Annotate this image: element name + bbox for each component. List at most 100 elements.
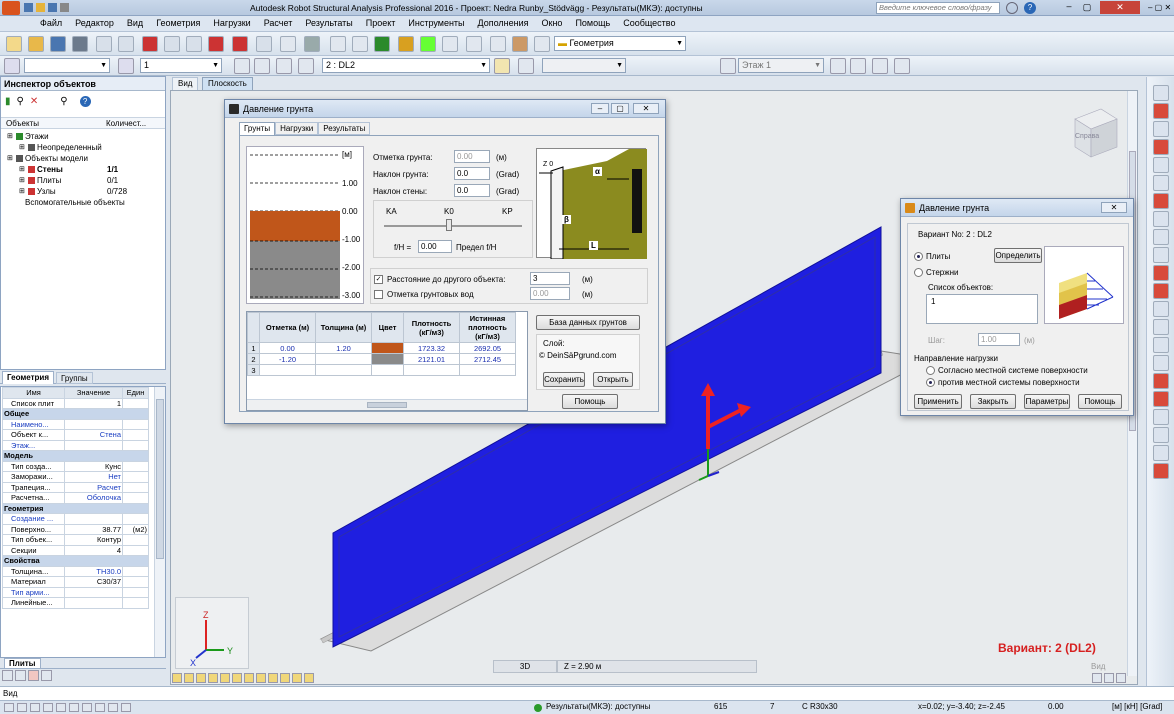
tree-item[interactable]: ⊞ Этажи [1,131,165,142]
property-row[interactable]: Объект к... Стена [2,429,149,441]
toolbar-icon[interactable] [208,36,224,52]
property-section[interactable]: Модель [2,450,149,462]
node-selection-combo[interactable]: ▼ [24,58,110,73]
storey-tool-4-icon[interactable] [894,58,910,74]
bars-radio[interactable] [914,268,923,277]
help-icon[interactable]: ? [79,96,91,107]
k-slider-track[interactable] [384,225,522,227]
toolbar-icon[interactable] [398,36,414,52]
toolbar-icon[interactable] [6,36,22,52]
property-row[interactable]: Этаж... [2,439,149,451]
tool-icon[interactable] [1153,121,1169,137]
tool-icon[interactable] [1153,193,1169,209]
tree-item[interactable]: ⊞ Объекты модели [1,153,165,164]
property-row[interactable]: Общее [2,408,149,420]
menu-item[interactable]: Файл [40,18,62,28]
tool-icon[interactable] [1153,319,1169,335]
soil-cell[interactable]: 2712.45 [459,353,516,365]
storey-combo[interactable]: Этаж 1 ▼ [738,58,824,73]
toolbar-icon[interactable] [232,36,248,52]
soil-cell[interactable]: 1723.32 [403,342,460,354]
storey-tool-3-icon[interactable] [872,58,888,74]
case-icon-4[interactable] [298,58,314,74]
mode-icon[interactable] [518,58,534,74]
soil-layer-row[interactable]: 1 0.00 1.20 1723.32 2692.05 [247,342,516,354]
menu-item[interactable]: Инструменты [408,18,464,28]
direction-local-radio[interactable] [926,366,935,375]
save-soil-button[interactable]: Сохранить [543,372,585,387]
binoculars-icon[interactable] [1006,2,1018,14]
view-tool-2-icon[interactable] [184,673,194,683]
groundwater-input[interactable]: 0.00 [530,287,570,300]
layers-hscrollbar[interactable] [247,399,527,410]
toolbar-icon[interactable] [96,36,112,52]
tab-geometry[interactable]: Геометрия [2,371,55,384]
mdi-controls[interactable]: – ▢ ✕ [1148,3,1171,12]
search-icon[interactable]: ⚲ [60,96,67,107]
view-right-2-icon[interactable] [1104,673,1114,683]
expand-icon[interactable]: ⊞ [19,164,25,175]
soil-cell[interactable] [459,364,516,376]
wall-slope-input[interactable]: 0.0 [454,184,490,197]
objects-list-input[interactable]: 1 [926,294,1038,324]
tool-icon[interactable] [1153,265,1169,281]
property-row[interactable]: Толщина... TH30.0 [2,565,149,577]
toolbar-icon[interactable] [374,36,390,52]
tool-icon[interactable] [1153,301,1169,317]
tool-icon[interactable] [1153,391,1169,407]
expand-icon[interactable]: ⊞ [19,142,25,153]
menu-item[interactable]: Нагрузки [213,18,250,28]
tool-icon[interactable] [1153,211,1169,227]
storey-icon[interactable] [720,58,736,74]
tool-icon[interactable] [1153,373,1169,389]
minimize-button[interactable]: – [1062,2,1076,13]
tree-item[interactable]: ⊞ Неопределенный [1,142,165,153]
menu-item[interactable]: Окно [542,18,563,28]
case-number-combo[interactable]: 1 ▼ [140,58,222,73]
tool-icon[interactable] [1153,139,1169,155]
props-tool-1-icon[interactable] [2,670,13,681]
tab-view[interactable]: Вид [172,77,199,91]
apply-button[interactable]: Применить [914,394,962,409]
view-tool-3-icon[interactable] [196,673,206,683]
menu-item[interactable]: Расчет [264,18,293,28]
tool-icon[interactable] [1153,409,1169,425]
define-button[interactable]: Определить [994,248,1042,263]
distance-input[interactable]: 3 [530,272,570,285]
load-case-icon[interactable] [494,58,510,74]
tree-item[interactable]: ⊞ Стены 1/1 [1,164,165,175]
menu-item[interactable]: Редактор [75,18,114,28]
storey-tool-2-icon[interactable] [850,58,866,74]
bar-select-icon[interactable] [118,58,134,74]
soil-close-button[interactable]: ✕ [633,103,659,114]
view-tool-10-icon[interactable] [280,673,290,683]
groundwater-checkbox[interactable] [374,290,383,299]
tab-soils[interactable]: Грунты [239,122,276,135]
view-tool-1-icon[interactable] [172,673,182,683]
soil-cell[interactable]: -1.20 [259,353,316,365]
restore-button[interactable]: ▢ [1080,2,1094,13]
property-row[interactable]: Тип объек... Контур [2,534,149,546]
view-tool-8-icon[interactable] [256,673,266,683]
view-tool-7-icon[interactable] [244,673,254,683]
soil-cell[interactable]: 2121.01 [403,353,460,365]
status-tool-3-icon[interactable] [30,703,40,712]
property-row[interactable]: Тип арми... [2,586,149,598]
soil-cell[interactable] [403,364,460,376]
soil-maximize-button[interactable]: ▢ [611,103,629,114]
property-row[interactable]: Материал C30/37 [2,576,149,588]
load-close-button[interactable]: ✕ [1101,202,1127,213]
toolbar-icon[interactable] [118,36,134,52]
status-tool-8-icon[interactable] [95,703,105,712]
props-tool-2-icon[interactable] [15,670,26,681]
qat-icons[interactable] [24,3,84,13]
view-tool-5-icon[interactable] [220,673,230,683]
direction-opposite-radio[interactable] [926,378,935,387]
filter-icon[interactable]: ▮ [5,96,11,107]
view-tool-4-icon[interactable] [208,673,218,683]
status-tool-10-icon[interactable] [121,703,131,712]
storey-tool-1-icon[interactable] [830,58,846,74]
mode-combo[interactable]: ▼ [542,58,626,73]
tab-results[interactable]: Результаты [318,122,371,135]
soil-minimize-button[interactable]: – [591,103,609,114]
